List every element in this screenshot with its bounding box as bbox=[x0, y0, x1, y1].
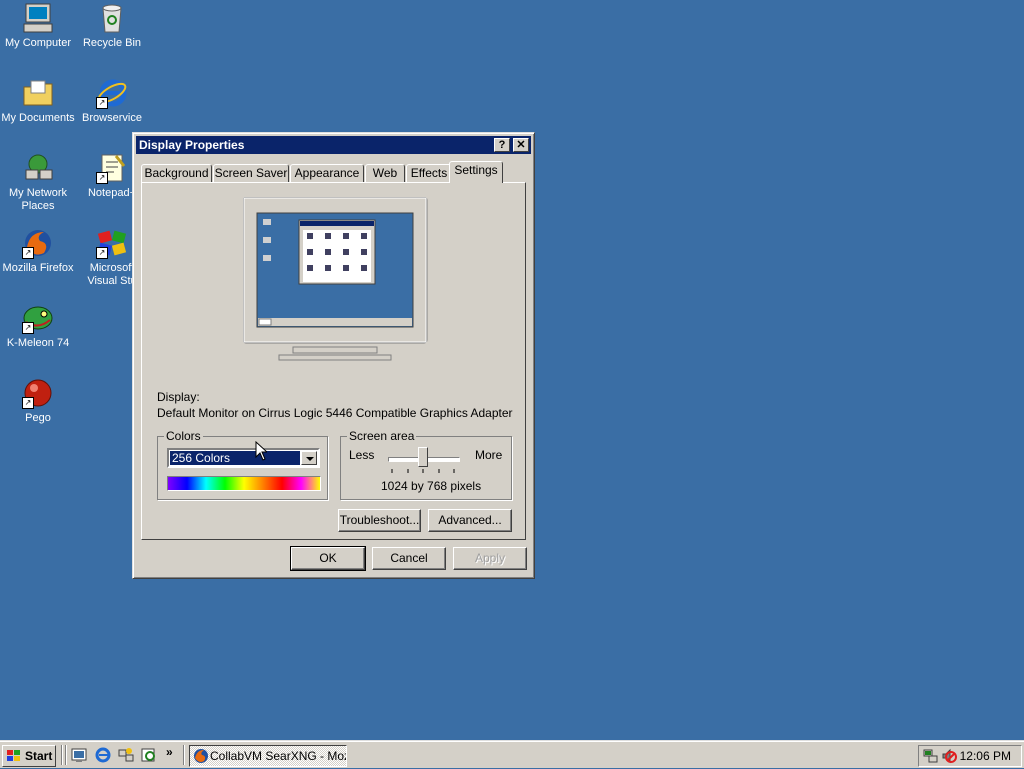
network-places-icon bbox=[22, 152, 54, 184]
windows-logo-icon bbox=[6, 749, 22, 763]
screen-area-group: Screen area Less More 1024 by 768 pixels bbox=[340, 429, 512, 500]
start-button[interactable]: Start bbox=[2, 745, 56, 767]
screen-area-legend: Screen area bbox=[347, 429, 417, 443]
tab-screen-saver[interactable]: Screen Saver bbox=[213, 164, 289, 183]
speaker-muted-icon[interactable] bbox=[941, 748, 957, 767]
clock[interactable]: 12:06 PM bbox=[960, 746, 1011, 766]
network-icon[interactable] bbox=[118, 747, 134, 763]
k-meleon-icon: ↗ bbox=[22, 302, 54, 334]
shortcut-arrow-icon: ↗ bbox=[96, 247, 108, 259]
ok-button[interactable]: OK bbox=[290, 546, 366, 571]
desktop-icon-label: K-Meleon 74 bbox=[6, 337, 70, 349]
notepad-icon: ↗ bbox=[96, 152, 128, 184]
my-computer-icon bbox=[22, 2, 54, 34]
desktop-icon-label: Pego bbox=[25, 412, 51, 424]
recycle-bin-icon bbox=[96, 2, 128, 34]
more-label: More bbox=[475, 448, 503, 462]
taskbar-separator bbox=[65, 745, 67, 765]
display-properties-window: Display Properties ? ✕ Background Screen… bbox=[132, 132, 535, 579]
desktop-icon-label: Mozilla Firefox bbox=[2, 262, 74, 274]
desktop-icon-label: Recycle Bin bbox=[82, 37, 142, 49]
taskbar: Start » CollabVM SearXNG - Mozil... 12:0… bbox=[0, 740, 1024, 768]
taskbar-separator bbox=[183, 745, 185, 765]
slider-ticks bbox=[391, 469, 455, 473]
tab-effects[interactable]: Effects bbox=[406, 164, 452, 183]
firefox-icon: ↗ bbox=[22, 227, 54, 259]
taskbar-task-firefox[interactable]: CollabVM SearXNG - Mozil... bbox=[189, 745, 347, 767]
colors-dropdown[interactable]: 256 Colors bbox=[167, 448, 320, 468]
desktop-icon-k-meleon[interactable]: ↗ K-Meleon 74 bbox=[0, 302, 76, 350]
colors-group: Colors 256 Colors bbox=[157, 429, 328, 500]
desktop-icon-firefox[interactable]: ↗ Mozilla Firefox bbox=[0, 227, 76, 275]
system-tray: 12:06 PM bbox=[918, 745, 1022, 767]
chevron-down-icon[interactable] bbox=[301, 451, 317, 465]
mouse-cursor-icon bbox=[255, 441, 267, 461]
display-label: Display: bbox=[157, 390, 200, 404]
network-status-icon[interactable] bbox=[923, 748, 939, 767]
pego-icon: ↗ bbox=[22, 377, 54, 409]
my-documents-icon bbox=[22, 77, 54, 109]
title-bar[interactable]: Display Properties ? ✕ bbox=[136, 136, 531, 154]
monitor-icon bbox=[242, 196, 428, 361]
shortcut-arrow-icon: ↗ bbox=[96, 97, 108, 109]
desktop-icon-browservice[interactable]: ↗ Browservice bbox=[74, 77, 150, 125]
cancel-button[interactable]: Cancel bbox=[372, 547, 446, 570]
search-icon[interactable] bbox=[141, 747, 157, 763]
color-spectrum-bar bbox=[167, 476, 321, 491]
advanced-button[interactable]: Advanced... bbox=[428, 509, 512, 532]
desktop-icon-label: My Network Places bbox=[8, 187, 68, 212]
quick-launch-chevron[interactable]: » bbox=[166, 745, 173, 759]
colors-selected-value: 256 Colors bbox=[170, 451, 300, 465]
show-desktop-icon[interactable] bbox=[71, 747, 87, 763]
tab-appearance[interactable]: Appearance bbox=[290, 164, 364, 183]
help-button[interactable]: ? bbox=[494, 138, 510, 152]
desktop-icon-my-documents[interactable]: My Documents bbox=[0, 77, 76, 125]
desktop-icon-label: My Computer bbox=[4, 37, 72, 49]
troubleshoot-button[interactable]: Troubleshoot... bbox=[338, 509, 421, 532]
tab-settings[interactable]: Settings bbox=[449, 161, 503, 183]
task-label: CollabVM SearXNG - Mozil... bbox=[210, 749, 346, 763]
apply-button[interactable]: Apply bbox=[453, 547, 527, 570]
screen-area-slider[interactable] bbox=[388, 447, 460, 473]
monitor-preview bbox=[242, 196, 429, 372]
desktop-icon-label: Browservice bbox=[82, 112, 142, 124]
close-button[interactable]: ✕ bbox=[513, 138, 529, 152]
window-title: Display Properties bbox=[139, 138, 245, 152]
desktop-icon-pego[interactable]: ↗ Pego bbox=[0, 377, 76, 425]
screen-area-value: 1024 by 768 pixels bbox=[381, 479, 482, 493]
taskbar-separator bbox=[61, 745, 63, 765]
shortcut-arrow-icon: ↗ bbox=[96, 172, 108, 184]
less-label: Less bbox=[349, 448, 375, 462]
tab-background[interactable]: Background bbox=[141, 164, 212, 183]
desktop-icon-recycle-bin[interactable]: Recycle Bin bbox=[74, 2, 150, 50]
shortcut-arrow-icon: ↗ bbox=[22, 322, 34, 334]
desktop-icon-network-places[interactable]: My Network Places bbox=[0, 152, 76, 213]
shortcut-arrow-icon: ↗ bbox=[22, 247, 34, 259]
firefox-icon bbox=[193, 748, 209, 766]
internet-explorer-icon[interactable] bbox=[95, 747, 111, 763]
shortcut-arrow-icon: ↗ bbox=[22, 397, 34, 409]
desktop-icon-label: My Documents bbox=[1, 112, 75, 124]
internet-explorer-icon: ↗ bbox=[96, 77, 128, 109]
settings-panel: Display: Default Monitor on Cirrus Logic… bbox=[141, 182, 526, 540]
tab-web[interactable]: Web bbox=[365, 164, 405, 183]
visual-studio-icon: ↗ bbox=[96, 227, 128, 259]
display-value: Default Monitor on Cirrus Logic 5446 Com… bbox=[157, 406, 513, 420]
slider-thumb[interactable] bbox=[418, 447, 428, 467]
desktop-icon-my-computer[interactable]: My Computer bbox=[0, 2, 76, 50]
colors-legend: Colors bbox=[164, 429, 203, 443]
start-label: Start bbox=[25, 749, 53, 763]
